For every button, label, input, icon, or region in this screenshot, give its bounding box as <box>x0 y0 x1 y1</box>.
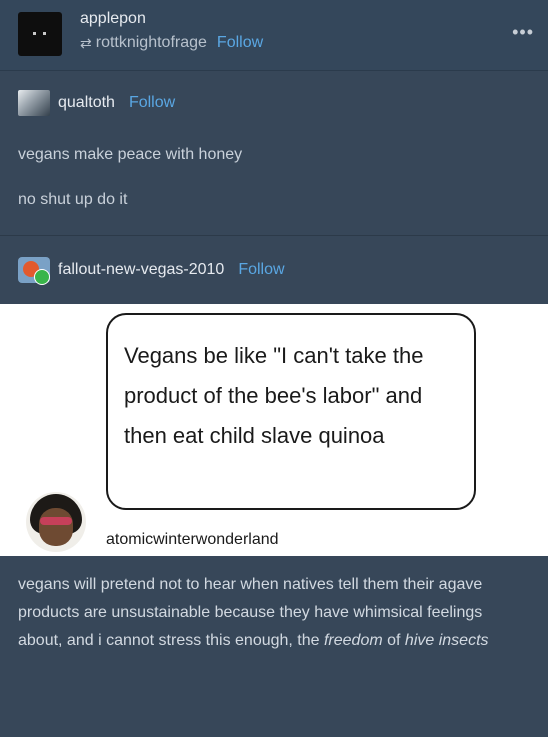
more-options-icon[interactable]: ••• <box>512 22 534 43</box>
reblog-badge-icon <box>34 269 50 285</box>
avatar-glasses <box>40 517 72 525</box>
reblog-source-username[interactable]: rottknightofrage <box>96 34 207 52</box>
follow-button[interactable]: Follow <box>129 94 175 112</box>
trail-avatar[interactable] <box>18 90 50 116</box>
trail-divider <box>0 235 548 236</box>
post-header: applepon ⇄ rottknightofrage Follow ••• <box>0 0 548 71</box>
avatar-eye <box>43 32 46 35</box>
post-body-text: vegans will pretend not to hear when nat… <box>18 571 528 655</box>
image-caption-username: atomicwinterwonderland <box>106 531 279 548</box>
follow-button[interactable]: Follow <box>217 34 263 52</box>
follow-button[interactable]: Follow <box>238 261 284 279</box>
avatar-face <box>39 508 73 546</box>
avatar-eye <box>33 32 36 35</box>
trail-text-line: vegans make peace with honey <box>18 146 243 163</box>
commenter-avatar <box>26 492 86 552</box>
post-username[interactable]: applepon <box>80 10 146 28</box>
trail-avatar[interactable] <box>18 257 50 285</box>
speech-bubble-text: Vegans be like "I can't take the product… <box>124 343 424 448</box>
trail-text-line: no shut up do it <box>18 191 128 208</box>
emphasis-hive-insects: hive insects <box>404 632 489 649</box>
emphasis-freedom: freedom <box>323 632 383 649</box>
trail-item-header: fallout-new-vegas-2010 Follow <box>18 257 285 285</box>
trail-username[interactable]: qualtoth <box>58 94 115 112</box>
trail-username[interactable]: fallout-new-vegas-2010 <box>58 261 224 279</box>
body-text-part: of <box>382 632 405 649</box>
reblog-icon: ⇄ <box>80 34 92 51</box>
user-avatar[interactable] <box>18 12 62 56</box>
reblog-source: ⇄ rottknightofrage Follow <box>80 34 263 52</box>
trail-item-header: qualtoth Follow <box>18 90 175 116</box>
